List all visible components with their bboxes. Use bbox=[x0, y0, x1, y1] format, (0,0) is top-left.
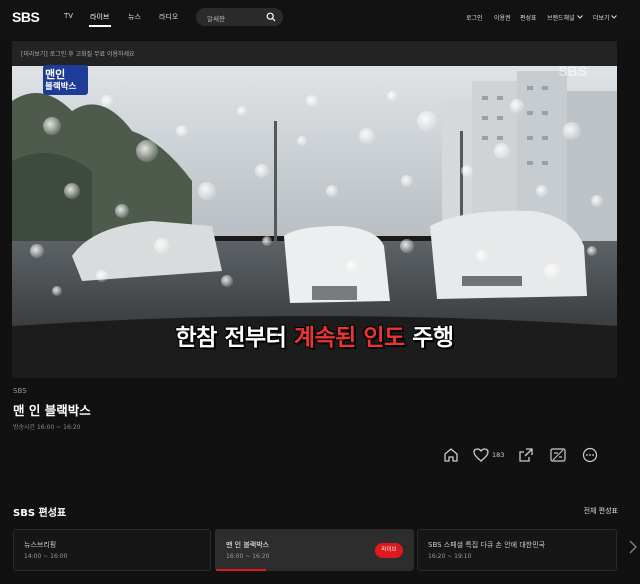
schedule-card-time: 16:20 ~ 19:10 bbox=[428, 553, 472, 560]
login-link[interactable]: 로그인 bbox=[466, 13, 483, 22]
chevron-down-icon bbox=[577, 15, 583, 19]
badge-line-2: 블랙박스 bbox=[45, 82, 77, 92]
heart-icon[interactable] bbox=[472, 446, 490, 464]
live-badge: 라이브 bbox=[375, 543, 403, 558]
nav-radio[interactable]: 라디오 bbox=[159, 12, 178, 22]
nav-active-indicator bbox=[89, 25, 111, 27]
search-input[interactable]: 알쎄쨘 bbox=[207, 13, 225, 23]
program-badge-logo: 맨인 블랙박스 bbox=[43, 65, 88, 95]
chevron-right-icon[interactable] bbox=[628, 540, 638, 554]
home-icon[interactable] bbox=[442, 446, 460, 464]
search-icon[interactable] bbox=[266, 12, 276, 22]
more-icon[interactable] bbox=[581, 446, 599, 464]
more-menu[interactable]: 더보기 bbox=[593, 13, 610, 22]
nav-news[interactable]: 뉴스 bbox=[128, 12, 141, 22]
video-player[interactable]: [미리보기] 로그인 후 고화질 무료 이용하세요 맨인 블랙박스 SBS 한참… bbox=[12, 41, 617, 378]
pass-link[interactable]: 이용권 bbox=[494, 13, 511, 22]
schedule-title: SBS 편성표 bbox=[13, 508, 67, 519]
schedule-card[interactable]: SBS 스페셜 특집 다큐 손 안에 대한민국 16:20 ~ 19:10 bbox=[417, 529, 617, 571]
schedule-card-time: 14:00 ~ 16:00 bbox=[24, 553, 68, 560]
top-header: SBS TV 라이브 뉴스 라디오 알쎄쨘 로그인 이용권 편성표 브랜드채널 … bbox=[0, 0, 640, 34]
program-progress-bar bbox=[216, 569, 266, 571]
full-schedule-link[interactable]: 전체 편성표 bbox=[584, 506, 618, 516]
sbs-watermark: SBS bbox=[558, 63, 587, 79]
brand-channel-menu[interactable]: 브랜드채널 bbox=[547, 13, 575, 22]
preview-notice: [미리보기] 로그인 후 고화질 무료 이용하세요 bbox=[21, 51, 135, 58]
nav-live[interactable]: 라이브 bbox=[90, 12, 109, 22]
schedule-card-title: 뉴스브리핑 bbox=[24, 541, 57, 549]
like-count: 183 bbox=[492, 451, 505, 459]
schedule-card-title: SBS 스페셜 특집 다큐 손 안에 대한민국 bbox=[428, 541, 546, 549]
caption-part-2: 주행 bbox=[404, 325, 454, 351]
schedule-card-time: 16:00 ~ 16:20 bbox=[226, 553, 270, 560]
air-time: 방송시간 16:00 ~ 16:20 bbox=[13, 424, 81, 431]
caption-highlight: 계속된 인도 bbox=[293, 325, 405, 351]
schedule-card-current[interactable]: 맨 인 블랙박스 16:00 ~ 16:20 라이브 bbox=[215, 529, 414, 571]
caption-part-1: 한참 전부터 bbox=[175, 325, 294, 351]
program-title: 맨 인 블랙박스 bbox=[13, 403, 91, 418]
channel-name: SBS bbox=[13, 387, 27, 395]
sbs-logo[interactable]: SBS bbox=[12, 9, 40, 25]
schedule-card-title: 맨 인 블랙박스 bbox=[226, 541, 270, 549]
search-box[interactable]: 알쎄쨘 bbox=[196, 8, 283, 26]
schedule-link[interactable]: 편성표 bbox=[520, 13, 537, 22]
nav-tv[interactable]: TV bbox=[64, 12, 73, 20]
share-icon[interactable] bbox=[517, 446, 535, 464]
video-caption: 한참 전부터 계속된 인도 주행 bbox=[12, 318, 617, 352]
chevron-down-icon bbox=[611, 15, 617, 19]
schedule-card[interactable]: 뉴스브리핑 14:00 ~ 16:00 bbox=[13, 529, 211, 571]
subtitle-icon[interactable] bbox=[549, 446, 567, 464]
